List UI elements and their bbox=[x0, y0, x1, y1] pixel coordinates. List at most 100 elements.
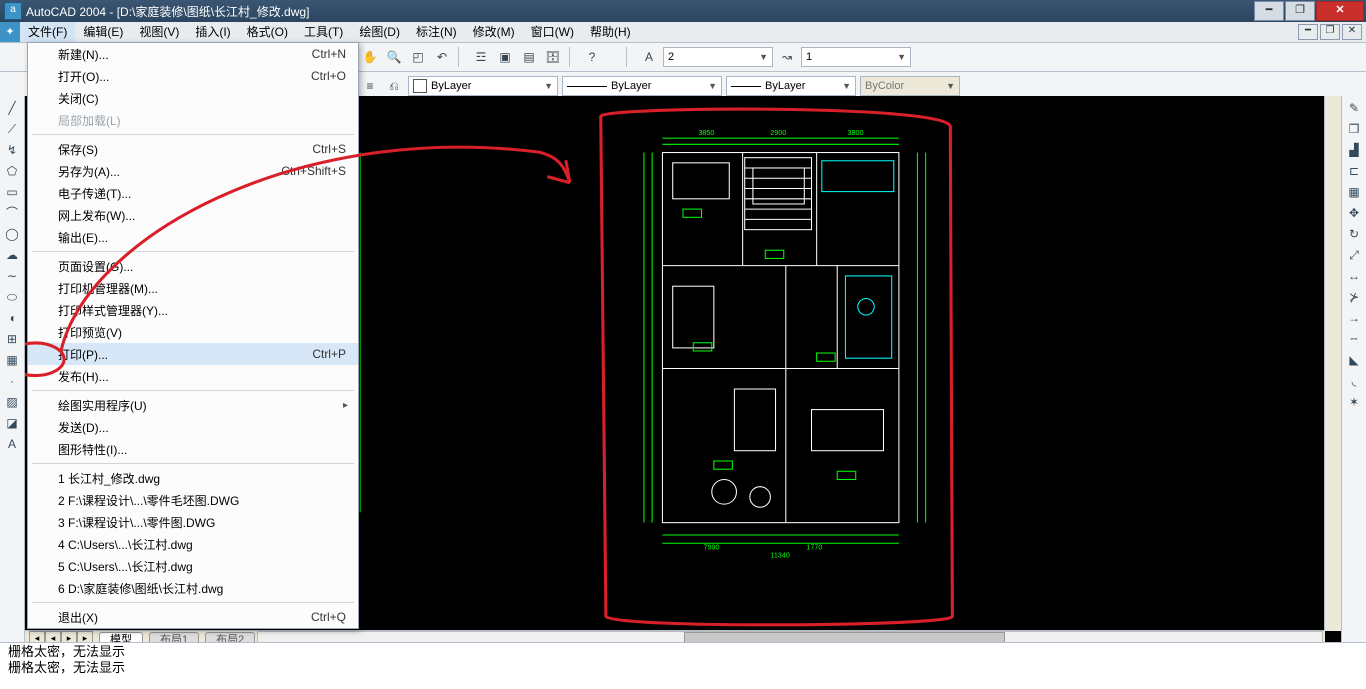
copy-icon[interactable]: ❐ bbox=[1344, 119, 1364, 139]
dimstyle-icon[interactable]: A bbox=[639, 47, 659, 67]
menu-bar: ✦ 文件(F) 编辑(E) 视图(V) 插入(I) 格式(O) 工具(T) 绘图… bbox=[0, 22, 1366, 43]
circle-icon[interactable]: ◯ bbox=[2, 224, 22, 244]
layerprev-icon[interactable]: ⎌ bbox=[384, 76, 404, 96]
move-icon[interactable]: ✥ bbox=[1344, 203, 1364, 223]
command-line[interactable]: 栅格太密，无法显示 栅格太密，无法显示 bbox=[0, 642, 1366, 689]
pan-icon[interactable]: ✋ bbox=[360, 47, 380, 67]
help-icon[interactable]: ? bbox=[582, 47, 602, 67]
menu-pagesetup[interactable]: 页面设置(G)... bbox=[28, 255, 358, 277]
menu-modify[interactable]: 修改(M) bbox=[465, 22, 523, 42]
menu-exit[interactable]: 退出(X)Ctrl+Q bbox=[28, 606, 358, 628]
menu-drawing-properties[interactable]: 图形特性(I)... bbox=[28, 438, 358, 460]
layer-icon[interactable]: ≡ bbox=[360, 76, 380, 96]
rectangle-icon[interactable]: ▭ bbox=[2, 182, 22, 202]
erase-icon[interactable]: ✎ bbox=[1344, 98, 1364, 118]
menu-open[interactable]: 打开(O)...Ctrl+O bbox=[28, 65, 358, 87]
trim-icon[interactable]: ⊁ bbox=[1344, 287, 1364, 307]
menu-recent-5[interactable]: 5 C:\Users\...\长江村.dwg bbox=[28, 555, 358, 577]
menu-plotstyle-manager[interactable]: 打印样式管理器(Y)... bbox=[28, 299, 358, 321]
close-button[interactable]: ✕ bbox=[1316, 1, 1364, 21]
point-icon[interactable]: · bbox=[2, 371, 22, 391]
properties-icon[interactable]: ☲ bbox=[471, 47, 491, 67]
menu-close-file[interactable]: 关闭(C) bbox=[28, 87, 358, 109]
menu-format[interactable]: 格式(O) bbox=[239, 22, 296, 42]
menu-view[interactable]: 视图(V) bbox=[131, 22, 187, 42]
menu-new[interactable]: 新建(N)...Ctrl+N bbox=[28, 43, 358, 65]
line-icon[interactable]: ╱ bbox=[2, 98, 22, 118]
menu-saveas[interactable]: 另存为(A)...Ctrl+Shift+S bbox=[28, 160, 358, 182]
rotate-icon[interactable]: ↻ bbox=[1344, 224, 1364, 244]
array-icon[interactable]: ▦ bbox=[1344, 182, 1364, 202]
menu-print-preview[interactable]: 打印预览(V) bbox=[28, 321, 358, 343]
menu-print[interactable]: 打印(P)...Ctrl+P bbox=[28, 343, 358, 365]
menu-file[interactable]: 文件(F) bbox=[20, 22, 75, 42]
svg-text:1770: 1770 bbox=[806, 542, 822, 551]
zoom-previous-icon[interactable]: ↶ bbox=[432, 47, 452, 67]
zoom-window-icon[interactable]: ◰ bbox=[408, 47, 428, 67]
insert-icon[interactable]: ⊞ bbox=[2, 329, 22, 349]
explode-icon[interactable]: ✶ bbox=[1344, 392, 1364, 412]
stretch-icon[interactable]: ↔ bbox=[1344, 266, 1364, 286]
ellipse-icon[interactable]: ⬭ bbox=[2, 287, 22, 307]
xline-icon[interactable]: ⟋ bbox=[2, 119, 22, 139]
menu-recent-2[interactable]: 2 F:\课程设计\...\零件毛坯图.DWG bbox=[28, 489, 358, 511]
mtext-icon[interactable]: A bbox=[2, 434, 22, 454]
menu-send[interactable]: 发送(D)... bbox=[28, 416, 358, 438]
minimize-button[interactable]: ━ bbox=[1254, 1, 1284, 21]
break-icon[interactable]: ╌ bbox=[1344, 329, 1364, 349]
menu-draw[interactable]: 绘图(D) bbox=[351, 22, 408, 42]
menu-recent-6[interactable]: 6 D:\家庭装修\图纸\长江村.dwg bbox=[28, 577, 358, 599]
polygon-icon[interactable]: ⬠ bbox=[2, 161, 22, 181]
menu-insert[interactable]: 插入(I) bbox=[187, 22, 238, 42]
zoom-realtime-icon[interactable]: 🔍 bbox=[384, 47, 404, 67]
menu-etransmit[interactable]: 电子传递(T)... bbox=[28, 182, 358, 204]
color-value: ByLayer bbox=[431, 80, 471, 92]
spline-icon[interactable]: ∼ bbox=[2, 266, 22, 286]
dbconnect-icon[interactable]: 🗄 bbox=[543, 47, 563, 67]
linetype-control[interactable]: ByLayer▼ bbox=[562, 76, 722, 96]
mdi-restore-button[interactable]: ❐ bbox=[1320, 24, 1340, 40]
menu-publish[interactable]: 发布(H)... bbox=[28, 365, 358, 387]
designcenter-icon[interactable]: ▣ bbox=[495, 47, 515, 67]
menubar-icon[interactable]: ✦ bbox=[0, 22, 20, 42]
arc-icon[interactable]: ⌒ bbox=[2, 203, 22, 223]
menu-dim[interactable]: 标注(N) bbox=[408, 22, 465, 42]
block-icon[interactable]: ▦ bbox=[2, 350, 22, 370]
extend-icon[interactable]: → bbox=[1344, 308, 1364, 328]
lineweight-control[interactable]: ByLayer▼ bbox=[726, 76, 856, 96]
menu-recent-4[interactable]: 4 C:\Users\...\长江村.dwg bbox=[28, 533, 358, 555]
fillet-icon[interactable]: ◟ bbox=[1344, 371, 1364, 391]
chamfer-icon[interactable]: ◣ bbox=[1344, 350, 1364, 370]
region-icon[interactable]: ◪ bbox=[2, 413, 22, 433]
ltscale-select[interactable]: 1▼ bbox=[801, 47, 911, 67]
color-control[interactable]: ByLayer▼ bbox=[408, 76, 558, 96]
menu-recent-3[interactable]: 3 F:\课程设计\...\零件图.DWG bbox=[28, 511, 358, 533]
menu-drawing-utilities[interactable]: 绘图实用程序(U) bbox=[28, 394, 358, 416]
toolpalettes-icon[interactable]: ▤ bbox=[519, 47, 539, 67]
ellipsearc-icon[interactable]: ◖ bbox=[2, 308, 22, 328]
menu-publish-web[interactable]: 网上发布(W)... bbox=[28, 204, 358, 226]
revcloud-icon[interactable]: ☁ bbox=[2, 245, 22, 265]
mdi-minimize-button[interactable]: ━ bbox=[1298, 24, 1318, 40]
menu-recent-1[interactable]: 1 长江村_修改.dwg bbox=[28, 467, 358, 489]
vertical-scrollbar[interactable] bbox=[1324, 96, 1341, 631]
mirror-icon[interactable]: ▟ bbox=[1344, 140, 1364, 160]
lineweight-value: ByLayer bbox=[765, 80, 805, 92]
menu-save[interactable]: 保存(S)Ctrl+S bbox=[28, 138, 358, 160]
ltscale-icon[interactable]: ↝ bbox=[777, 47, 797, 67]
offset-icon[interactable]: ⊏ bbox=[1344, 161, 1364, 181]
scale-icon[interactable]: ⤢ bbox=[1344, 245, 1364, 265]
mdi-close-button[interactable]: ✕ bbox=[1342, 24, 1362, 40]
menu-export[interactable]: 输出(E)... bbox=[28, 226, 358, 248]
title-text: AutoCAD 2004 - [D:\家庭装修\图纸\长江村_修改.dwg] bbox=[26, 3, 309, 20]
menu-help[interactable]: 帮助(H) bbox=[582, 22, 639, 42]
maximize-button[interactable]: ❐ bbox=[1285, 1, 1315, 21]
dim-scale-value: 2 bbox=[668, 51, 674, 63]
pline-icon[interactable]: ↯ bbox=[2, 140, 22, 160]
hatch-icon[interactable]: ▨ bbox=[2, 392, 22, 412]
menu-edit[interactable]: 编辑(E) bbox=[75, 22, 131, 42]
menu-plotter-manager[interactable]: 打印机管理器(M)... bbox=[28, 277, 358, 299]
dim-scale-select[interactable]: 2▼ bbox=[663, 47, 773, 67]
menu-tools[interactable]: 工具(T) bbox=[296, 22, 351, 42]
menu-window[interactable]: 窗口(W) bbox=[523, 22, 582, 42]
